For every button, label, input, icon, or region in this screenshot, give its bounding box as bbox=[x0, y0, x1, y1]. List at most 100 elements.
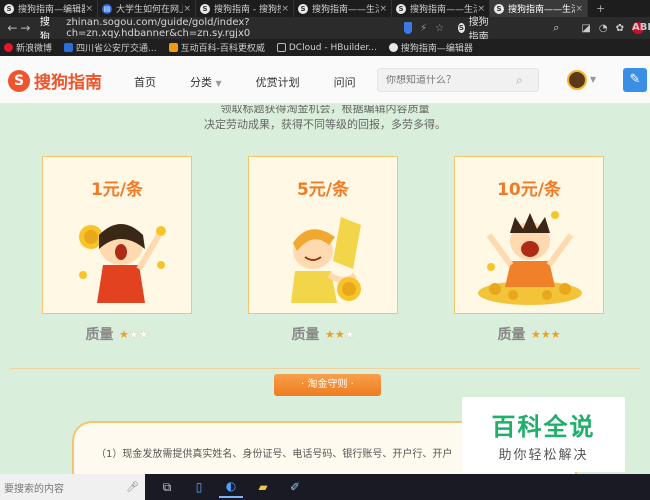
quality-label: 质量 bbox=[291, 327, 320, 343]
chevron-down-icon[interactable]: ▼ bbox=[590, 75, 596, 84]
star-icon: ★ bbox=[550, 327, 561, 341]
extension-icon[interactable]: ◔ bbox=[599, 23, 608, 34]
bookmark-item[interactable]: 搜狗指南—编辑器 bbox=[388, 41, 473, 54]
intro-line: 领取标题获得淘金机会，根据编辑内容质量 bbox=[220, 105, 430, 115]
edit-button[interactable]: ✎ bbox=[623, 68, 647, 92]
star-rating: ★★★ bbox=[119, 328, 149, 341]
pencil-icon: ✎ bbox=[629, 72, 641, 87]
intro-text: 领取标题获得淘金机会，根据编辑内容质量 决定劳动成果，获得不同等级的回报，多劳多… bbox=[0, 105, 650, 133]
reward-price: 5元/条 bbox=[296, 180, 350, 200]
page-icon bbox=[64, 43, 74, 52]
reward-price: 1元/条 bbox=[90, 180, 144, 200]
shield-icon[interactable] bbox=[404, 22, 413, 34]
extension-icon[interactable]: ◪ bbox=[581, 23, 590, 34]
star-icon: ★ bbox=[138, 327, 149, 341]
extension-bar: ◪ ◔ ✿ ABP bbox=[581, 22, 650, 34]
star-icon: ★ bbox=[128, 327, 139, 341]
quality-rating: 质量 ★★★ bbox=[454, 324, 604, 344]
page-favicon-icon: ▤ bbox=[102, 3, 112, 14]
nav-item-category[interactable]: 分类 ▼ bbox=[190, 74, 222, 90]
quality-rating: 质量 ★★★ bbox=[248, 324, 398, 344]
extension-icon[interactable]: ✿ bbox=[616, 23, 624, 34]
forward-button[interactable]: → bbox=[19, 21, 32, 35]
lightning-icon[interactable]: ⚡ bbox=[420, 23, 427, 34]
search-icon[interactable]: ⌕ bbox=[553, 21, 559, 35]
bookmark-label: DCloud - HBuilder... bbox=[288, 42, 377, 53]
dcloud-icon bbox=[276, 43, 286, 52]
weibo-icon bbox=[4, 43, 13, 52]
bookmark-icon[interactable]: ☆ bbox=[435, 23, 444, 34]
reward-card-3: 10元/条 bbox=[454, 156, 604, 314]
folder-icon[interactable]: ▰ bbox=[251, 476, 275, 498]
bookmark-item[interactable]: 互动百科-百科更权威 bbox=[168, 41, 265, 54]
browser-icon[interactable]: ◐ bbox=[219, 476, 243, 498]
nav-item-home[interactable]: 首页 bbox=[134, 74, 156, 90]
avatar[interactable] bbox=[567, 70, 587, 90]
close-icon[interactable]: × bbox=[575, 4, 583, 14]
star-rating: ★★★ bbox=[531, 328, 561, 341]
nav-item-wenwen[interactable]: 问问 bbox=[334, 74, 356, 90]
main-nav: 首页 分类 ▼ 优赏计划 问问 bbox=[134, 74, 390, 90]
logo-text: 搜狗指南 bbox=[34, 73, 102, 93]
rules-button[interactable]: · 淘金守则 · bbox=[274, 374, 381, 396]
bookmarks-bar: 新浪微博 四川省公安厅交通... 互动百科-百科更权威 DCloud - HBu… bbox=[0, 39, 650, 56]
taskbar-search-placeholder: 要搜索的内容 bbox=[4, 483, 64, 495]
site-search-box: ⌕ bbox=[377, 68, 539, 92]
close-icon[interactable]: × bbox=[281, 4, 289, 14]
sogou-favicon-icon: S bbox=[494, 3, 504, 14]
chevron-down-icon: ▼ bbox=[215, 79, 222, 88]
task-view-icon[interactable]: ⧉ bbox=[155, 476, 179, 498]
reward-card-1: 1元/条 bbox=[42, 156, 192, 314]
bookmark-label: 四川省公安厅交通... bbox=[76, 44, 157, 54]
star-icon: ★ bbox=[324, 327, 335, 341]
sogou-logo-icon: S bbox=[8, 69, 30, 92]
site-search-input[interactable] bbox=[386, 74, 516, 86]
quality-rating: 质量 ★★★ bbox=[42, 324, 192, 344]
reward-price: 10元/条 bbox=[497, 180, 561, 200]
close-icon[interactable]: × bbox=[379, 4, 387, 14]
bookmark-item[interactable]: DCloud - HBuilder... bbox=[276, 42, 377, 53]
back-button[interactable]: ← bbox=[6, 21, 19, 35]
site-header: S 搜狗指南 首页 分类 ▼ 优赏计划 问问 ⌕ ▼ ✎ bbox=[0, 56, 650, 104]
sogou-favicon-icon: S bbox=[396, 3, 406, 14]
star-icon: ★ bbox=[540, 327, 551, 341]
quality-label: 质量 bbox=[85, 327, 114, 343]
cartoon-girl-illustration bbox=[79, 224, 166, 303]
close-icon[interactable]: × bbox=[183, 4, 191, 14]
star-icon: ★ bbox=[530, 327, 541, 341]
sogou-favicon-icon: S bbox=[200, 3, 210, 14]
star-icon: ★ bbox=[334, 327, 345, 341]
microphone-icon[interactable]: 🎤︎ bbox=[126, 482, 139, 493]
url-text: zhinan.sogou.com/guide/gold/index?ch=zn.… bbox=[66, 17, 251, 39]
quality-label: 质量 bbox=[497, 327, 526, 343]
rules-text: （1）现金发放需提供真实姓名、身份证号、电话号码、银行账号、开户行、开户 bbox=[96, 449, 453, 460]
close-icon[interactable]: × bbox=[85, 4, 93, 14]
search-icon[interactable]: ⌕ bbox=[516, 73, 523, 88]
site-logo[interactable]: S 搜狗指南 bbox=[8, 68, 102, 93]
bookmark-label: 搜狗指南—编辑器 bbox=[400, 44, 473, 54]
close-icon[interactable]: × bbox=[477, 4, 485, 14]
address-bar: ← → 搜狗 zhinan.sogou.com/guide/gold/index… bbox=[0, 17, 650, 43]
intro-line: 决定劳动成果，获得不同等级的回报，多劳多得。 bbox=[204, 118, 446, 131]
bookmark-label: 互动百科-百科更权威 bbox=[180, 44, 265, 54]
sogou-favicon-icon: S bbox=[458, 23, 465, 33]
sogou-favicon-icon bbox=[388, 43, 398, 52]
baike-icon bbox=[168, 43, 178, 52]
taskbar-apps: ⧉ ▯ ◐ ▰ ✐ bbox=[155, 476, 315, 498]
notepad-icon[interactable]: ✐ bbox=[283, 476, 307, 498]
watermark-subtitle: 助你轻松解决 bbox=[498, 448, 589, 463]
watermark-title: 百科全说 bbox=[491, 413, 596, 441]
bookmark-item[interactable]: 新浪微博 bbox=[4, 41, 52, 54]
watermark-logo: 百科全说 助你轻松解决 bbox=[462, 397, 625, 472]
bookmark-item[interactable]: 四川省公安厅交通... bbox=[64, 41, 157, 54]
adblock-icon[interactable]: ABP bbox=[632, 22, 650, 34]
nav-item-reward-plan[interactable]: 优赏计划 bbox=[256, 74, 300, 90]
sogou-favicon-icon: S bbox=[4, 3, 14, 14]
cartoon-gold-pile-illustration bbox=[478, 211, 582, 305]
nav-label: 分类 bbox=[190, 76, 212, 89]
taskbar-search[interactable]: 要搜索的内容 🎤︎ bbox=[0, 474, 145, 500]
reward-card-2: 5元/条 bbox=[248, 156, 398, 314]
taskbar: 要搜索的内容 🎤︎ ⧉ ▯ ◐ ▰ ✐ bbox=[0, 474, 650, 500]
star-icon: ★ bbox=[344, 327, 355, 341]
tablet-icon[interactable]: ▯ bbox=[187, 476, 211, 498]
